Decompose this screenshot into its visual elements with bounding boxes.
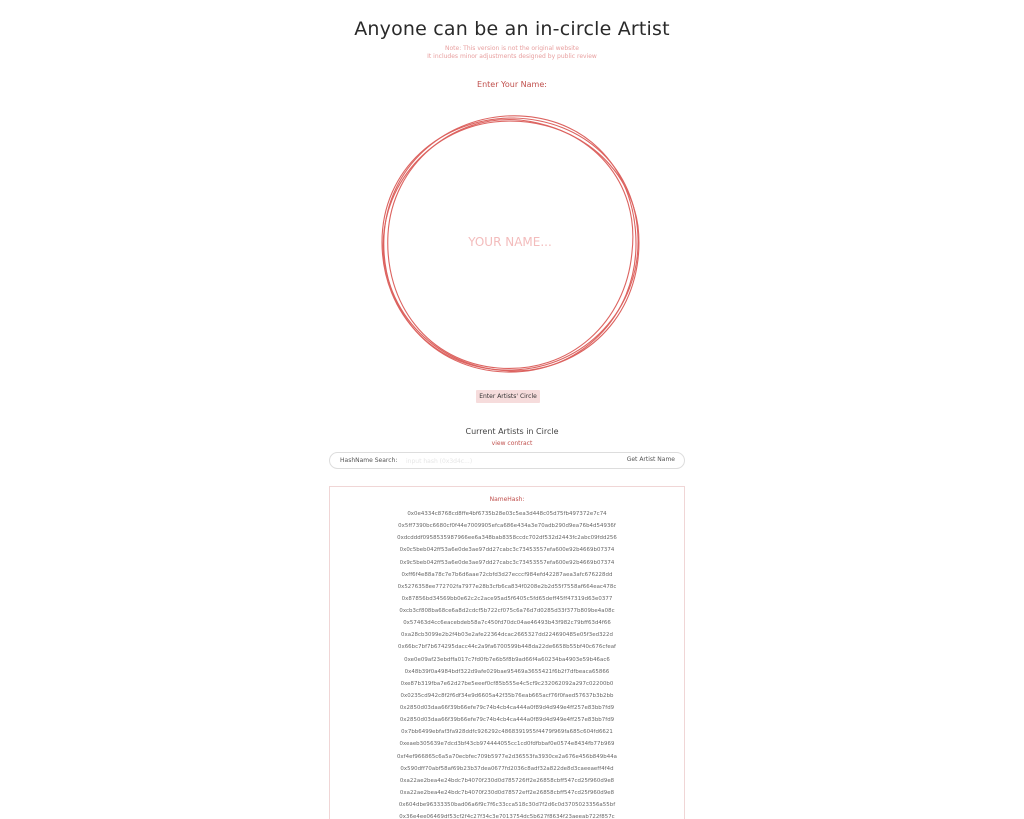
search-label: HashName Search:: [340, 457, 398, 464]
namehash-item: 0x0e4334c8768cd8ffe4bf6735b28e03c5ea3d44…: [407, 511, 607, 517]
namehash-list-panel: NameHash: 0x0e4334c8768cd8ffe4bf6735b28e…: [329, 486, 685, 819]
namehash-item: 0x87856bd34569bb0e62c2c2ace95ad5f6405c5f…: [401, 595, 613, 602]
namehash-item: 0xdcdddf0958535987966ee6a348bab8358ccdc7…: [397, 535, 617, 542]
namehash-item: 0xeaeb305639e7dcd3bf43cb974444055cc1cd0f…: [399, 741, 615, 748]
namehash-item: 0x0c5beb042ff53a6e0de3ae97dd27cabc3c7345…: [399, 547, 615, 554]
namehash-item: 0x66bc7bf7b674295dacc44c2a9fa6700599b448…: [397, 644, 617, 651]
namehash-list: 0x0e4334c8768cd8ffe4bf6735b28e03c5ea3d44…: [330, 508, 684, 819]
enter-artists-circle-button[interactable]: Enter Artists' Circle: [476, 390, 540, 403]
namehash-item: 0xa28cb3099e2b2f4b03e2afe22364dcac266532…: [401, 632, 613, 639]
namehash-item: 0xe0e09af23ebdffa017c7fd0fb7e6b5f8b9ad66…: [404, 656, 610, 663]
name-input[interactable]: [430, 230, 590, 254]
namehash-header: NameHash:: [489, 496, 525, 503]
adjustment-note: It includes minor adjustments designed b…: [427, 53, 597, 60]
namehash-item: 0xa22ae2bea4e24bdc7b4070f230d0d78572eff2…: [399, 789, 615, 796]
current-artists-heading: Current Artists in Circle: [465, 427, 559, 436]
view-contract-link[interactable]: view contract: [0, 440, 1024, 447]
page-title: Anyone can be an in-circle Artist: [354, 18, 670, 40]
namehash-item: 0x36e4ee06469df53cf2f4c27f34c3e7013754dc…: [399, 814, 615, 819]
namehash-item: 0x2850d03daa66f39b66efe79c74b4cb4ca444a0…: [399, 717, 615, 724]
namehash-item: 0xf4ef966865c6a5a70ecbfec709b5977e2d3655…: [396, 753, 618, 760]
hashname-search-bar: HashName Search: Get Artist Name: [329, 452, 685, 469]
namehash-item: 0xff6f4e88a78c7e7b6d6aae72cbfd3d27ecccf9…: [401, 571, 613, 578]
name-label: Enter Your Name:: [477, 80, 547, 89]
artist-circle: [374, 108, 646, 380]
namehash-item: 0x2850d03daa66f39b66efe79c74b4cb4ca444a0…: [399, 705, 615, 711]
namehash-item: 0xcb3cf808ba68ce6a8d2cdcf5b722cf075c6a76…: [399, 608, 615, 614]
hashname-search-input[interactable]: [406, 455, 606, 467]
namehash-item: 0x57463d4cc6eacebdeb58a7c450fd70dc04ae46…: [403, 620, 611, 627]
namehash-item: 0x604dbe96333350bad06a6f9c7f6c33cca518c3…: [398, 802, 616, 808]
namehash-item: 0x9c5beb042ff53a6e0de3ae97dd27cabc3c7345…: [399, 559, 615, 566]
namehash-item: 0x48b39f0a4984bdf322d9afe029bae95469a365…: [404, 668, 610, 675]
namehash-item: 0x7bb6499ebfaf3fa928ddfc926292c486839195…: [401, 729, 613, 736]
version-note: Note: This version is not the original w…: [445, 45, 579, 52]
namehash-item: 0xa22ae2bea4e24bdc7b4070f230d0d785726ff2…: [399, 777, 615, 784]
namehash-item: 0xe87b319fba7e62d27be5eeef0cf85b555e4c5c…: [400, 680, 614, 687]
namehash-item: 0x5ff7390bc6680cf0f44e7009905efca686e434…: [398, 523, 616, 530]
get-artist-name-button[interactable]: Get Artist Name: [627, 456, 675, 463]
namehash-item: 0x590dff70abf58af69b23b37dea0677fd2036c8…: [400, 765, 614, 772]
namehash-item: 0x5276358ee772702fa7977e28b3cfb6ca834f02…: [397, 583, 617, 590]
namehash-item: 0x0235cd942c8f2f6df34e9d6605a42f35b76eab…: [400, 692, 614, 699]
